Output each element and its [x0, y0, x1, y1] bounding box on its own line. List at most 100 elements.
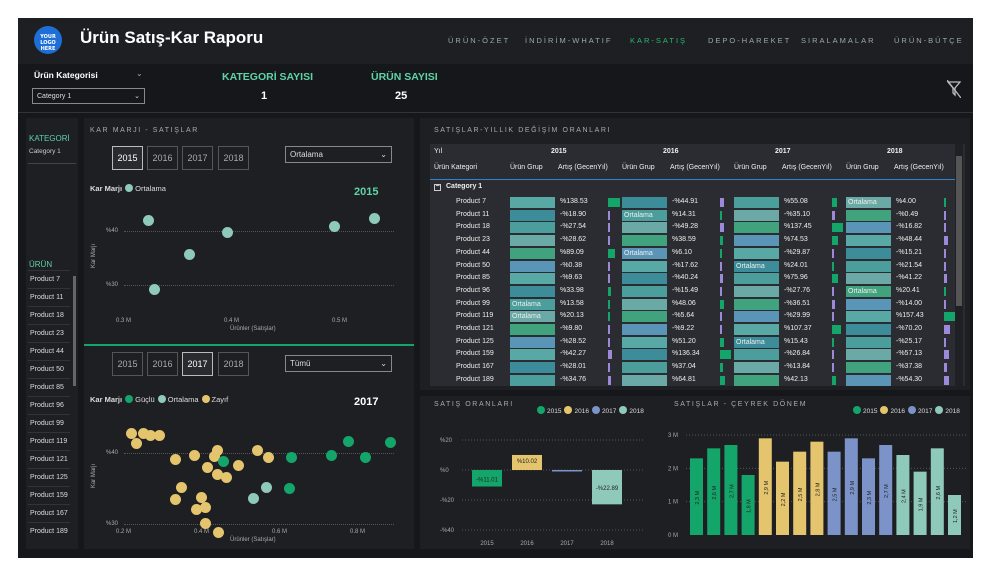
- matrix-change-cell[interactable]: -%18.90: [560, 209, 610, 222]
- matrix-change-cell[interactable]: -%36.51: [784, 298, 834, 311]
- matrix-group-cell[interactable]: [622, 374, 667, 386]
- matrix-change-cell[interactable]: %33.98: [560, 285, 610, 298]
- matrix-change-cell[interactable]: -%21.54: [896, 260, 946, 273]
- matrix-group-cell[interactable]: [510, 273, 555, 285]
- year-button-2017[interactable]: 2017: [182, 146, 213, 170]
- matrix-group-cell[interactable]: Ortalama: [846, 285, 891, 297]
- matrix-change-cell[interactable]: -%5.64: [672, 310, 722, 323]
- matrix-change-cell[interactable]: %74.53: [784, 234, 834, 247]
- matrix-group-cell[interactable]: [846, 222, 891, 234]
- matrix-group-cell[interactable]: Ortalama: [734, 336, 779, 348]
- scatter-point[interactable]: [326, 450, 337, 461]
- matrix-change-cell[interactable]: -%14.00: [896, 298, 946, 311]
- matrix-change-cell[interactable]: -%13.84: [784, 361, 834, 374]
- matrix-group-cell[interactable]: [846, 247, 891, 259]
- scatter-point[interactable]: [202, 462, 213, 473]
- matrix-group-cell[interactable]: [622, 336, 667, 348]
- matrix-group-cell[interactable]: [510, 209, 555, 221]
- list-item[interactable]: Product 85: [28, 378, 70, 396]
- matrix-product[interactable]: Product 11: [456, 209, 489, 222]
- matrix-group-cell[interactable]: Ortalama: [846, 197, 891, 208]
- matrix-group-cell[interactable]: [846, 311, 891, 323]
- matrix-group-cell[interactable]: [734, 374, 779, 386]
- matrix-product[interactable]: Product 159: [456, 348, 494, 361]
- list-item[interactable]: Product 44: [28, 342, 70, 360]
- kategori-slicer-value[interactable]: Category 1: [29, 148, 61, 155]
- matrix-group-cell[interactable]: [734, 247, 779, 259]
- matrix-change-cell[interactable]: -%29.99: [784, 310, 834, 323]
- scrollbar[interactable]: [73, 276, 76, 386]
- matrix-change-cell[interactable]: -%15.49: [672, 285, 722, 298]
- matrix-group-cell[interactable]: [734, 311, 779, 323]
- matrix-change-cell[interactable]: -%25.17: [896, 336, 946, 349]
- scatter-point[interactable]: [218, 456, 229, 467]
- scatter-point[interactable]: [170, 454, 181, 465]
- metric-dropdown-1[interactable]: Ortalama ⌄: [285, 146, 392, 163]
- list-item[interactable]: Product 11: [28, 288, 70, 306]
- matrix-product[interactable]: Product 96: [456, 285, 490, 298]
- matrix-group-cell[interactable]: [510, 285, 555, 297]
- matrix-group-cell[interactable]: [510, 362, 555, 374]
- matrix-change-cell[interactable]: -%48.44: [896, 234, 946, 247]
- matrix-product[interactable]: Product 18: [456, 221, 490, 234]
- matrix-group-cell[interactable]: [622, 349, 667, 361]
- matrix-change-cell[interactable]: -%54.30: [896, 374, 946, 387]
- matrix-group-cell[interactable]: [510, 324, 555, 335]
- matrix-group-cell[interactable]: [622, 324, 667, 335]
- year-button-2018[interactable]: 2018: [218, 146, 249, 170]
- matrix-product[interactable]: Product 119: [456, 310, 493, 323]
- matrix-product[interactable]: Product 99: [456, 298, 490, 311]
- matrix-change-cell[interactable]: %20.41: [896, 285, 946, 298]
- matrix-change-cell[interactable]: %107.37: [784, 323, 834, 336]
- matrix-change-cell[interactable]: -%17.62: [672, 260, 722, 273]
- clear-filter-icon[interactable]: [946, 79, 962, 102]
- matrix-change-cell[interactable]: -%9.63: [560, 272, 610, 285]
- matrix-change-cell[interactable]: %14.31: [672, 209, 722, 222]
- matrix-change-cell[interactable]: -%16.82: [896, 221, 946, 234]
- matrix-group-cell[interactable]: [846, 260, 891, 272]
- matrix-change-cell[interactable]: %136.34: [672, 348, 722, 361]
- matrix-group-cell[interactable]: [510, 336, 555, 348]
- year-button-2018-b[interactable]: 2018: [218, 352, 249, 376]
- matrix-group-cell[interactable]: [510, 197, 555, 208]
- list-item[interactable]: Product 23: [28, 324, 70, 342]
- matrix-change-cell[interactable]: %157.43: [896, 310, 946, 323]
- matrix-group-cell[interactable]: [734, 349, 779, 361]
- matrix-change-cell[interactable]: %20.13: [560, 310, 610, 323]
- matrix-change-cell[interactable]: -%44.91: [672, 196, 722, 209]
- collapse-icon[interactable]: −: [434, 183, 441, 191]
- scatter-point[interactable]: [286, 452, 297, 463]
- matrix-group-cell[interactable]: [846, 374, 891, 386]
- matrix-product[interactable]: Product 167: [456, 361, 494, 374]
- matrix-change-cell[interactable]: -%41.22: [896, 272, 946, 285]
- nav-depo-hareket[interactable]: DEPO-HAREKET: [708, 36, 791, 45]
- scatter-point[interactable]: [233, 460, 244, 471]
- matrix-group-cell[interactable]: [622, 197, 667, 208]
- matrix-change-cell[interactable]: -%28.52: [560, 336, 610, 349]
- matrix-change-cell[interactable]: %51.20: [672, 336, 722, 349]
- matrix-group-cell[interactable]: Ortalama: [622, 209, 667, 221]
- matrix-group-cell[interactable]: [734, 324, 779, 335]
- matrix-change-cell[interactable]: %55.08: [784, 196, 834, 209]
- matrix-change-cell[interactable]: -%9.22: [672, 323, 722, 336]
- scatter-point[interactable]: [248, 493, 259, 504]
- matrix-change-cell[interactable]: %15.43: [784, 336, 834, 349]
- scatter-point[interactable]: [176, 482, 187, 493]
- matrix-group-cell[interactable]: [734, 209, 779, 221]
- scatter-point[interactable]: [149, 284, 160, 295]
- scatter-point[interactable]: [143, 215, 154, 226]
- matrix-group-cell[interactable]: [734, 197, 779, 208]
- scatter-point[interactable]: [213, 527, 224, 538]
- scrollbar[interactable]: [955, 144, 963, 386]
- nav-siralamalar[interactable]: SIRALAMALAR: [801, 36, 876, 45]
- matrix-group-cell[interactable]: [622, 298, 667, 310]
- list-item[interactable]: Product 125: [28, 468, 70, 486]
- scatter-point[interactable]: [131, 438, 142, 449]
- scatter-point[interactable]: [200, 502, 211, 513]
- matrix-group-cell[interactable]: Ortalama: [510, 298, 555, 310]
- year-button-2017-b[interactable]: 2017: [182, 352, 213, 376]
- list-item[interactable]: Product 159: [28, 486, 70, 504]
- matrix-group-cell[interactable]: [846, 298, 891, 310]
- scatter-point[interactable]: [221, 472, 232, 483]
- matrix-change-cell[interactable]: -%27.76: [784, 285, 834, 298]
